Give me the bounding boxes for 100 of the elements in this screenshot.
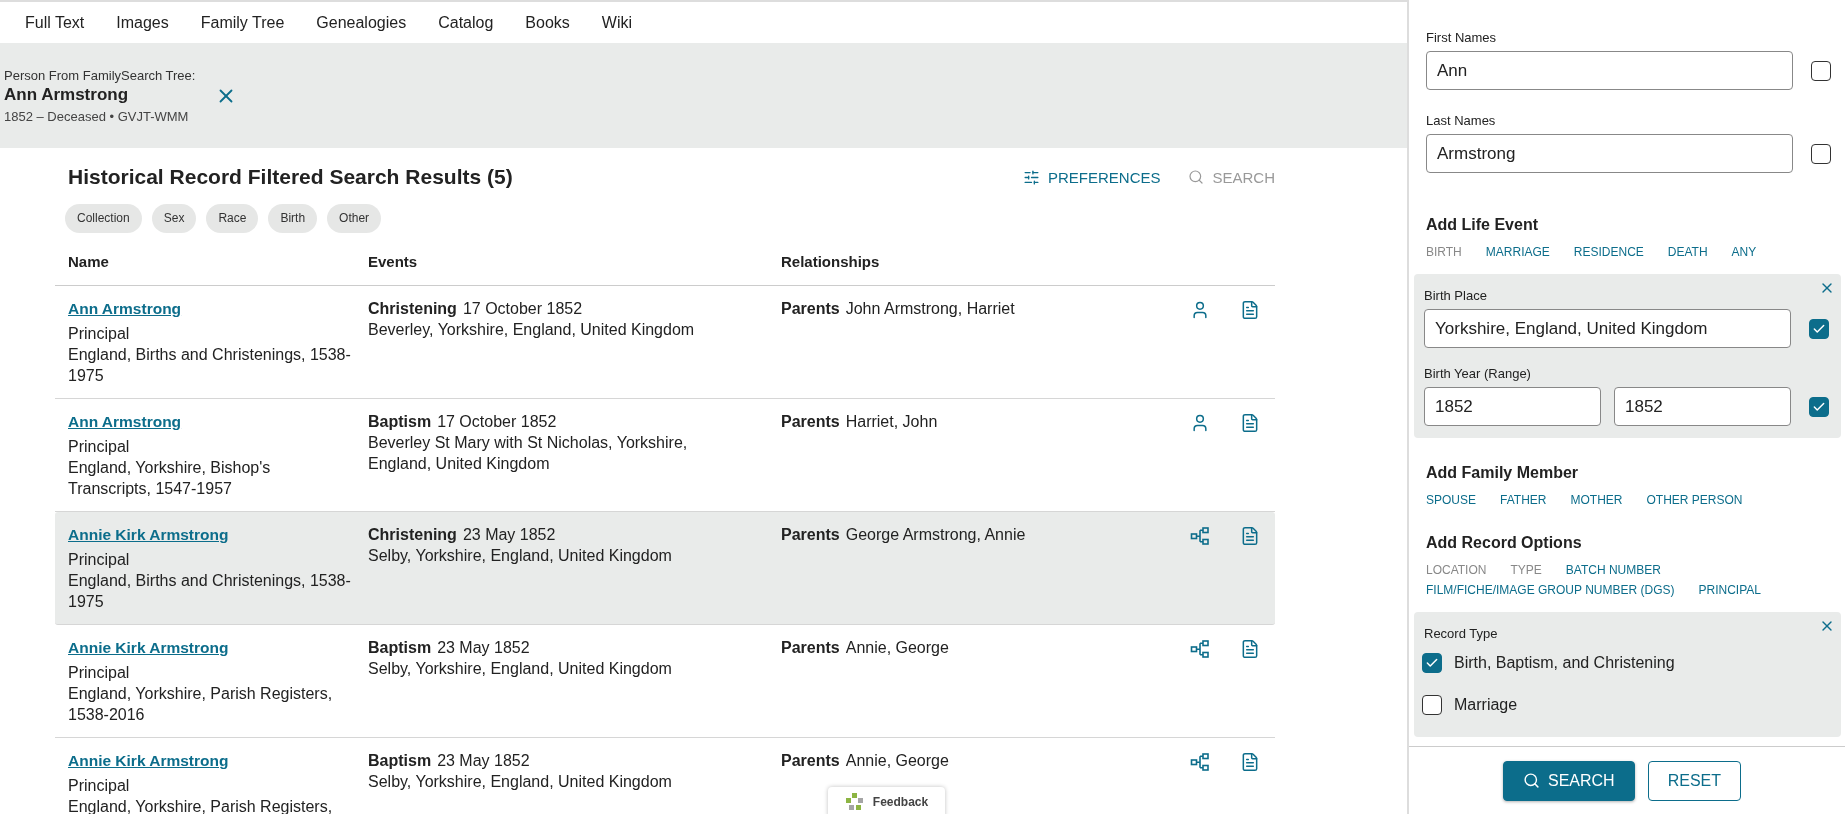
relation-label: Parents: [781, 299, 840, 319]
event-place: Beverley St Mary with St Nicholas, Yorkshire, England, United Kingdom: [368, 433, 689, 474]
event-option-link[interactable]: ANY: [1731, 244, 1757, 260]
relation-label: Parents: [781, 638, 840, 658]
section-heading: Add Record Options: [1426, 534, 1583, 552]
tree-icon[interactable]: [1190, 752, 1210, 772]
feedback-button[interactable]: Feedback: [828, 787, 945, 814]
search-button[interactable]: SEARCH: [1503, 760, 1635, 801]
collection-text: England, Yorkshire, Parish Registers, 1538-2016: [68, 684, 334, 725]
family-option-link[interactable]: FATHER: [1500, 492, 1547, 508]
event-option-link[interactable]: MARRIAGE: [1485, 244, 1550, 260]
checkbox[interactable]: [1422, 695, 1442, 715]
field-label: Birth Year (Range): [1423, 366, 1532, 381]
reset-button[interactable]: RESET: [1647, 760, 1741, 801]
name-input[interactable]: Ann: [1426, 51, 1793, 90]
checkbox[interactable]: [1422, 653, 1442, 673]
results-title: Historical Record Filtered Search Results (5): [68, 165, 514, 189]
document-icon[interactable]: [1240, 639, 1260, 659]
nav-link[interactable]: Genealogies: [316, 13, 407, 32]
event-type: Christening: [368, 525, 457, 545]
family-option-link[interactable]: SPOUSE: [1426, 492, 1476, 508]
person-icon[interactable]: [1190, 300, 1210, 320]
column-header: Name: [68, 253, 110, 270]
record-option-link[interactable]: BATCH NUMBER: [1565, 562, 1661, 578]
relation-label: Parents: [781, 412, 840, 432]
check-icon: [1425, 656, 1439, 670]
relation-names: Harriet, John: [845, 412, 938, 432]
name-input[interactable]: Armstrong: [1426, 134, 1793, 173]
filter-chip[interactable]: Collection: [65, 203, 142, 233]
nav-link[interactable]: Full Text: [25, 13, 85, 32]
search-icon: [1523, 772, 1540, 789]
family-option-link[interactable]: MOTHER: [1570, 492, 1623, 508]
person-link[interactable]: Annie Kirk Armstrong: [68, 524, 229, 545]
search-icon: [1188, 169, 1205, 185]
collection-text: England, Yorkshire, Bishop's Transcripts, 1547-1957: [68, 458, 272, 499]
place-input[interactable]: Yorkshire, England, United Kingdom: [1424, 309, 1791, 348]
event-option-link[interactable]: DEATH: [1667, 244, 1708, 260]
result-row[interactable]: Ann Armstrong Principal England, Births and Christenings, 1538-1975 Christening 17 October 1852 Beverley, Yorkshire, England, United Kingdom Parents John Armstrong, Harriet: [55, 286, 1275, 399]
year-input[interactable]: 1852: [1424, 387, 1601, 426]
role-text: Principal: [68, 324, 130, 344]
sliders-icon: [1022, 168, 1040, 186]
collection-text: England, Births and Christenings, 1538-1975: [68, 345, 352, 386]
preferences-button[interactable]: PREFERENCES: [1022, 168, 1161, 186]
column-header: Relationships: [781, 253, 881, 270]
event-option-link[interactable]: RESIDENCE: [1573, 244, 1644, 260]
event-date: 23 May 1852: [462, 525, 556, 545]
event-place: Selby, Yorkshire, England, United Kingdom: [368, 546, 672, 566]
relation-names: Annie, George: [845, 751, 949, 771]
person-link[interactable]: Ann Armstrong: [68, 411, 182, 432]
nav-link[interactable]: Catalog: [438, 13, 494, 32]
family-option-link[interactable]: OTHER PERSON: [1646, 492, 1743, 508]
person-link[interactable]: Ann Armstrong: [68, 298, 182, 319]
record-option-link[interactable]: FILM/FICHE/IMAGE GROUP NUMBER (DGS): [1426, 582, 1675, 598]
tree-squares-icon: [844, 792, 865, 812]
field-label: Last Names: [1425, 113, 1497, 128]
event-date: 23 May 1852: [437, 751, 530, 771]
event-date: 17 October 1852: [462, 299, 583, 319]
nav-link[interactable]: Images: [116, 13, 169, 32]
tree-icon[interactable]: [1190, 639, 1210, 659]
record-type-option[interactable]: Birth, Baptism, and Christening: [1422, 653, 1833, 673]
event-date: 23 May 1852: [437, 638, 530, 658]
exact-checkbox[interactable]: [1811, 143, 1831, 164]
result-row[interactable]: Annie Kirk Armstrong Principal England, Yorkshire, Parish Registers, 1538-2016 Baptism 23 May 1852 Selby, Yorkshire, England, United Kingdom Parents Annie, George: [55, 625, 1275, 738]
person-details: 1852 – Deceased • GVJT-WMM: [4, 108, 190, 124]
record-option-link[interactable]: PRINCIPAL: [1698, 582, 1761, 598]
nav-link[interactable]: Wiki: [601, 13, 632, 32]
nav-link[interactable]: Books: [525, 13, 570, 32]
document-icon[interactable]: [1240, 526, 1260, 546]
field-label: Birth Place: [1423, 288, 1488, 303]
document-icon[interactable]: [1240, 413, 1260, 433]
filter-chip[interactable]: Sex: [151, 203, 197, 233]
person-icon[interactable]: [1190, 413, 1210, 433]
field-label: Record Type: [1423, 626, 1499, 641]
record-type-option[interactable]: Marriage: [1422, 695, 1833, 715]
filter-chip[interactable]: Race: [206, 203, 259, 233]
exact-checkbox[interactable]: [1809, 318, 1829, 339]
person-name: Ann Armstrong: [4, 84, 130, 105]
filter-chip[interactable]: Other: [327, 203, 382, 233]
event-place: Beverley, Yorkshire, England, United Kingdom: [368, 320, 695, 340]
document-icon[interactable]: [1240, 300, 1260, 320]
relation-names: John Armstrong, Harriet: [845, 299, 1015, 319]
collection-text: England, Births and Christenings, 1538-1975: [68, 571, 352, 612]
person-link[interactable]: Annie Kirk Armstrong: [68, 750, 229, 771]
banner-caption: Person From FamilySearch Tree:: [4, 67, 196, 83]
column-header: Events: [368, 253, 419, 270]
relation-names: Annie, George: [845, 638, 949, 658]
nav-link[interactable]: Family Tree: [200, 13, 285, 32]
exact-checkbox[interactable]: [1809, 396, 1829, 417]
person-link[interactable]: Annie Kirk Armstrong: [68, 637, 229, 658]
event-type: Baptism: [368, 638, 432, 658]
relation-names: George Armstrong, Annie: [845, 525, 1026, 545]
year-input[interactable]: 1852: [1614, 387, 1791, 426]
relation-label: Parents: [781, 751, 840, 771]
document-icon[interactable]: [1240, 752, 1260, 772]
result-row[interactable]: Annie Kirk Armstrong Principal England, Births and Christenings, 1538-1975 Christening 23 May 1852 Selby, Yorkshire, England, United Kingdom Parents George Armstrong, Annie: [55, 512, 1275, 625]
event-type: Christening: [368, 299, 457, 319]
filter-chip[interactable]: Birth: [268, 203, 318, 233]
role-text: Principal: [68, 437, 130, 457]
tree-icon[interactable]: [1190, 526, 1210, 546]
exact-checkbox[interactable]: [1811, 60, 1831, 81]
